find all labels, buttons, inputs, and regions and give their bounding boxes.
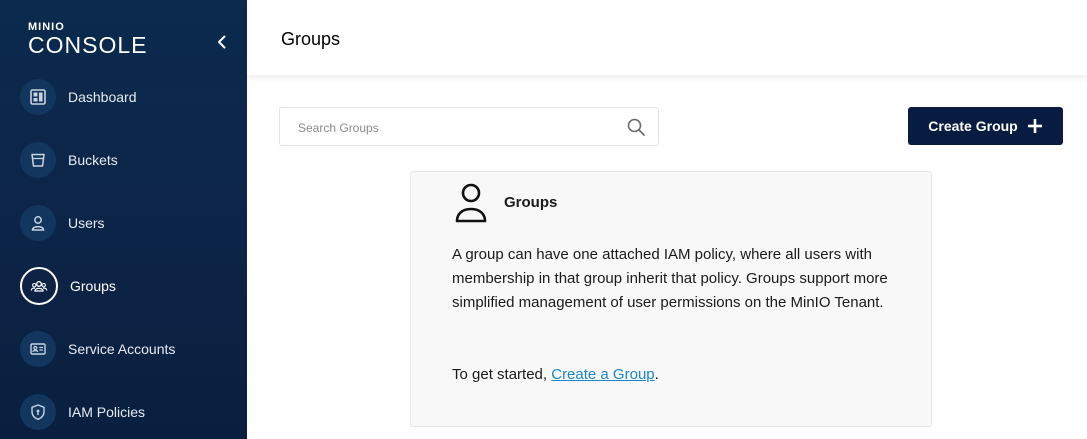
- page-header: Groups: [247, 0, 1087, 75]
- logo-console-text: CONSOLE: [28, 32, 148, 58]
- cta-prefix: To get started,: [452, 366, 552, 383]
- shield-icon: [20, 394, 56, 430]
- sidebar-item-iam-policies[interactable]: IAM Policies: [20, 393, 145, 431]
- id-card-icon: [20, 331, 56, 367]
- create-group-button[interactable]: Create Group: [908, 107, 1063, 145]
- sidebar-item-label: IAM Policies: [68, 404, 146, 420]
- groups-icon: [20, 267, 58, 305]
- user-icon: [455, 183, 487, 223]
- card-call-to-action: To get started, Create a Group.: [452, 363, 659, 387]
- sidebar: MINIO CONSOLE Dashboard Buckets Users Gr…: [0, 0, 247, 439]
- create-group-link[interactable]: Create a Group: [551, 366, 654, 383]
- sidebar-item-label: Service Accounts: [68, 341, 176, 357]
- card-title: Groups: [504, 194, 558, 211]
- bucket-icon: [20, 142, 56, 178]
- create-group-label: Create Group: [928, 118, 1018, 134]
- cta-suffix: .: [654, 366, 659, 383]
- sidebar-item-label: Buckets: [68, 152, 118, 168]
- sidebar-item-label: Dashboard: [68, 89, 137, 105]
- app: MINIO CONSOLE Dashboard Buckets Users Gr…: [0, 0, 1087, 439]
- groups-info-card: Groups A group can have one attached IAM…: [410, 171, 932, 427]
- collapse-sidebar-button[interactable]: [210, 30, 234, 54]
- search-input[interactable]: [296, 108, 620, 147]
- search-box: [279, 107, 659, 147]
- plus-icon: [1027, 118, 1043, 134]
- sidebar-item-service-accounts[interactable]: Service Accounts: [20, 330, 175, 368]
- logo[interactable]: MINIO CONSOLE: [28, 22, 148, 58]
- sidebar-item-label: Groups: [70, 278, 116, 294]
- sidebar-item-dashboard[interactable]: Dashboard: [20, 78, 137, 116]
- card-description: A group can have one attached IAM policy…: [452, 246, 888, 311]
- search-icon: [627, 118, 645, 136]
- user-icon: [20, 205, 56, 241]
- sidebar-item-label: Users: [68, 215, 105, 231]
- sidebar-item-buckets[interactable]: Buckets: [20, 141, 118, 179]
- page-title: Groups: [281, 29, 341, 49]
- chevron-left-icon: [218, 35, 226, 49]
- dashboard-icon: [20, 79, 56, 115]
- sidebar-item-users[interactable]: Users: [20, 204, 105, 242]
- search-button[interactable]: [626, 117, 646, 137]
- sidebar-item-groups[interactable]: Groups: [20, 267, 116, 305]
